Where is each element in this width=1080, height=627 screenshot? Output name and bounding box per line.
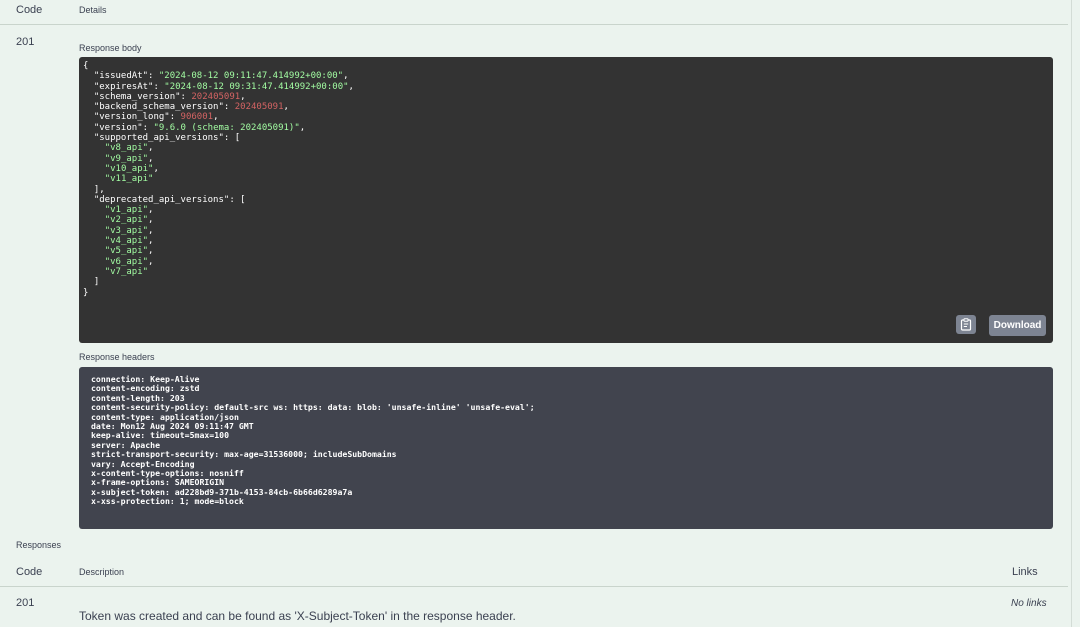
divider (0, 24, 1068, 25)
table-header-details: Details (79, 5, 107, 15)
clipboard-icon (960, 318, 972, 331)
table-header-code: Code (16, 4, 43, 16)
scrollbar-track[interactable] (1071, 0, 1072, 627)
response-headers-text: connection: Keep-Alive content-encoding:… (91, 374, 535, 507)
responses-heading: Responses (16, 540, 62, 550)
download-button[interactable]: Download (989, 315, 1046, 336)
responses-row-links: No links (1011, 598, 1047, 609)
response-headers-label: Response headers (79, 352, 155, 362)
responses-header-links: Links (1012, 566, 1038, 578)
response-body-label: Response body (79, 43, 142, 53)
responses-row-code: 201 (16, 597, 35, 609)
responses-row-description: Token was created and can be found as 'X… (79, 609, 516, 623)
divider (0, 586, 1068, 587)
response-body-code[interactable]: { "issuedAt": "2024-08-12 09:11:47.41499… (79, 57, 1053, 343)
copy-to-clipboard-button[interactable] (956, 315, 976, 334)
responses-header-description: Description (79, 567, 125, 577)
response-body-json: { "issuedAt": "2024-08-12 09:11:47.41499… (83, 61, 354, 298)
responses-header-code: Code (16, 566, 43, 578)
response-headers-code[interactable]: connection: Keep-Alive content-encoding:… (79, 367, 1053, 529)
response-code: 201 (16, 36, 35, 48)
